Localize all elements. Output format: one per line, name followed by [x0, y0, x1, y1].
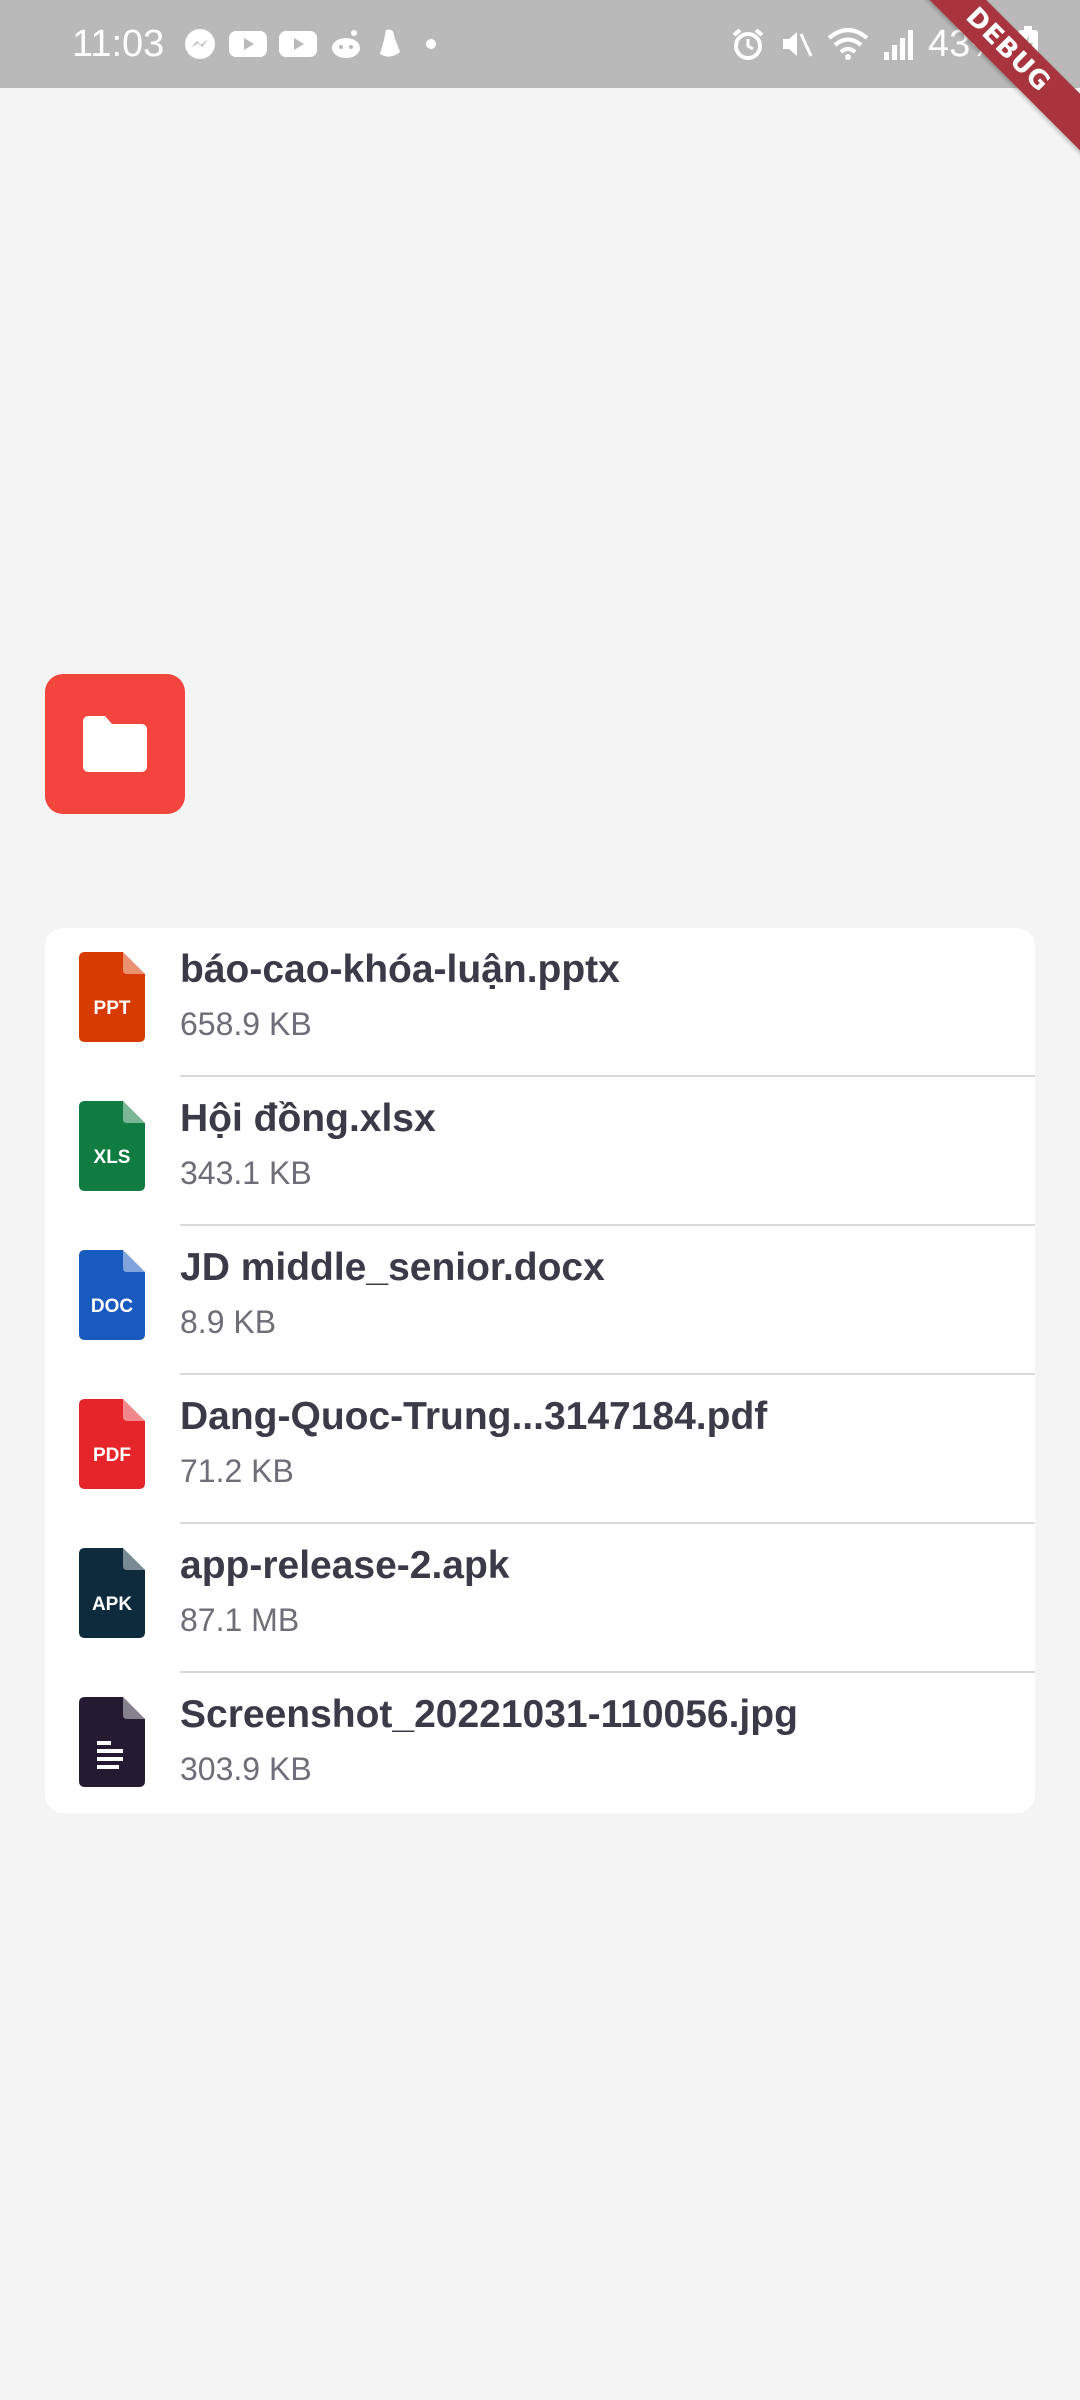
file-size: 87.1 MB: [180, 1602, 300, 1638]
file-size: 71.2 KB: [180, 1453, 294, 1489]
dot-icon: [426, 39, 436, 49]
reddit-icon: [332, 30, 360, 58]
file-type-label: XLS: [94, 1147, 131, 1168]
status-time: 11:03: [72, 23, 165, 65]
docx-file-icon: DOC: [79, 1250, 145, 1340]
file-list: PPT báo-cao-khóa-luận.pptx 658.9 KB XLS …: [45, 928, 1035, 1813]
notification-icons: [182, 0, 446, 88]
file-size: 658.9 KB: [180, 1006, 312, 1042]
youtube-icon: [229, 31, 267, 57]
file-type-label: APK: [92, 1594, 132, 1615]
file-name: báo-cao-khóa-luận.pptx: [180, 948, 620, 991]
file-item[interactable]: XLS Hội đồng.xlsx 343.1 KB: [45, 1077, 1035, 1226]
file-type-label: DOC: [91, 1296, 134, 1317]
pptx-file-icon: PPT: [79, 952, 145, 1042]
file-size: 343.1 KB: [180, 1155, 312, 1191]
alarm-icon: [732, 28, 764, 60]
file-size: 8.9 KB: [180, 1304, 277, 1340]
image-file-icon: [79, 1697, 145, 1787]
status-bar: 11:03 43%: [0, 0, 1080, 88]
file-item[interactable]: DOC JD middle_senior.docx 8.9 KB: [45, 1226, 1035, 1375]
file-type-label: PDF: [93, 1445, 131, 1466]
messenger-icon: [185, 29, 215, 59]
signal-icon: [883, 30, 913, 60]
file-name: JD middle_senior.docx: [180, 1246, 605, 1289]
xlsx-file-icon: XLS: [79, 1101, 145, 1191]
folder-icon: [83, 716, 147, 772]
file-size: 303.9 KB: [180, 1751, 312, 1787]
file-name: app-release-2.apk: [180, 1544, 510, 1587]
file-type-label: PPT: [94, 998, 131, 1019]
file-item[interactable]: PPT báo-cao-khóa-luận.pptx 658.9 KB: [45, 928, 1035, 1077]
mute-icon: [782, 32, 813, 57]
file-item[interactable]: Screenshot_20221031-110056.jpg 303.9 KB: [45, 1673, 1035, 1813]
pdf-file-icon: PDF: [79, 1399, 145, 1489]
file-item[interactable]: APK app-release-2.apk 87.1 MB: [45, 1524, 1035, 1673]
wifi-icon: [827, 28, 869, 60]
file-name: Hội đồng.xlsx: [180, 1097, 436, 1140]
apk-file-icon: APK: [79, 1548, 145, 1638]
file-name: Dang-Quoc-Trung...3147184.pdf: [180, 1395, 768, 1438]
file-item[interactable]: PDF Dang-Quoc-Trung...3147184.pdf 71.2 K…: [45, 1375, 1035, 1524]
folder-button[interactable]: [45, 674, 185, 814]
app-icon: [380, 29, 400, 57]
file-name: Screenshot_20221031-110056.jpg: [180, 1693, 798, 1736]
youtube-icon: [279, 31, 317, 57]
